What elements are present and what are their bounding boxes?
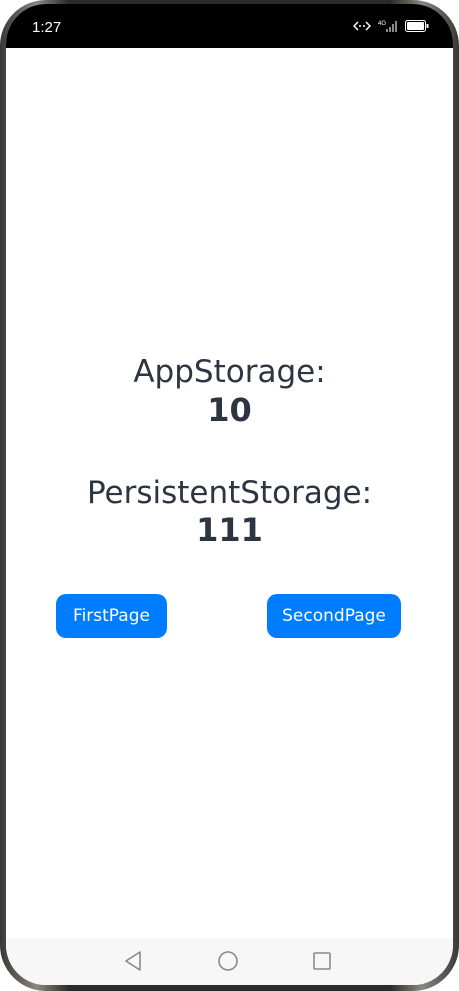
signal-label: 4G [378, 21, 386, 27]
app-storage-value: 10 [207, 391, 252, 429]
status-bar: 1:27 4G [6, 4, 453, 48]
back-icon[interactable] [120, 948, 146, 974]
data-transfer-icon [353, 20, 371, 32]
recent-apps-icon[interactable] [309, 948, 335, 974]
main-content: AppStorage: 10 PersistentStorage: 111 Fi… [6, 48, 453, 938]
status-time: 1:27 [32, 19, 62, 36]
navigation-bar [6, 938, 453, 985]
battery-icon [405, 20, 429, 32]
status-icons: 4G [353, 20, 429, 32]
cellular-signal-icon: 4G [378, 20, 398, 32]
app-storage-label: AppStorage: [133, 354, 326, 390]
home-icon[interactable] [215, 948, 241, 974]
second-page-button[interactable]: SecondPage [267, 594, 401, 638]
first-page-button[interactable]: FirstPage [56, 594, 167, 638]
persistent-storage-value: 111 [196, 511, 263, 549]
persistent-storage-label: PersistentStorage: [86, 475, 373, 511]
screen: 1:27 4G AppStorage: 10 PersistentStorage… [6, 4, 453, 985]
device-frame: 1:27 4G AppStorage: 10 PersistentStorage… [0, 0, 459, 991]
